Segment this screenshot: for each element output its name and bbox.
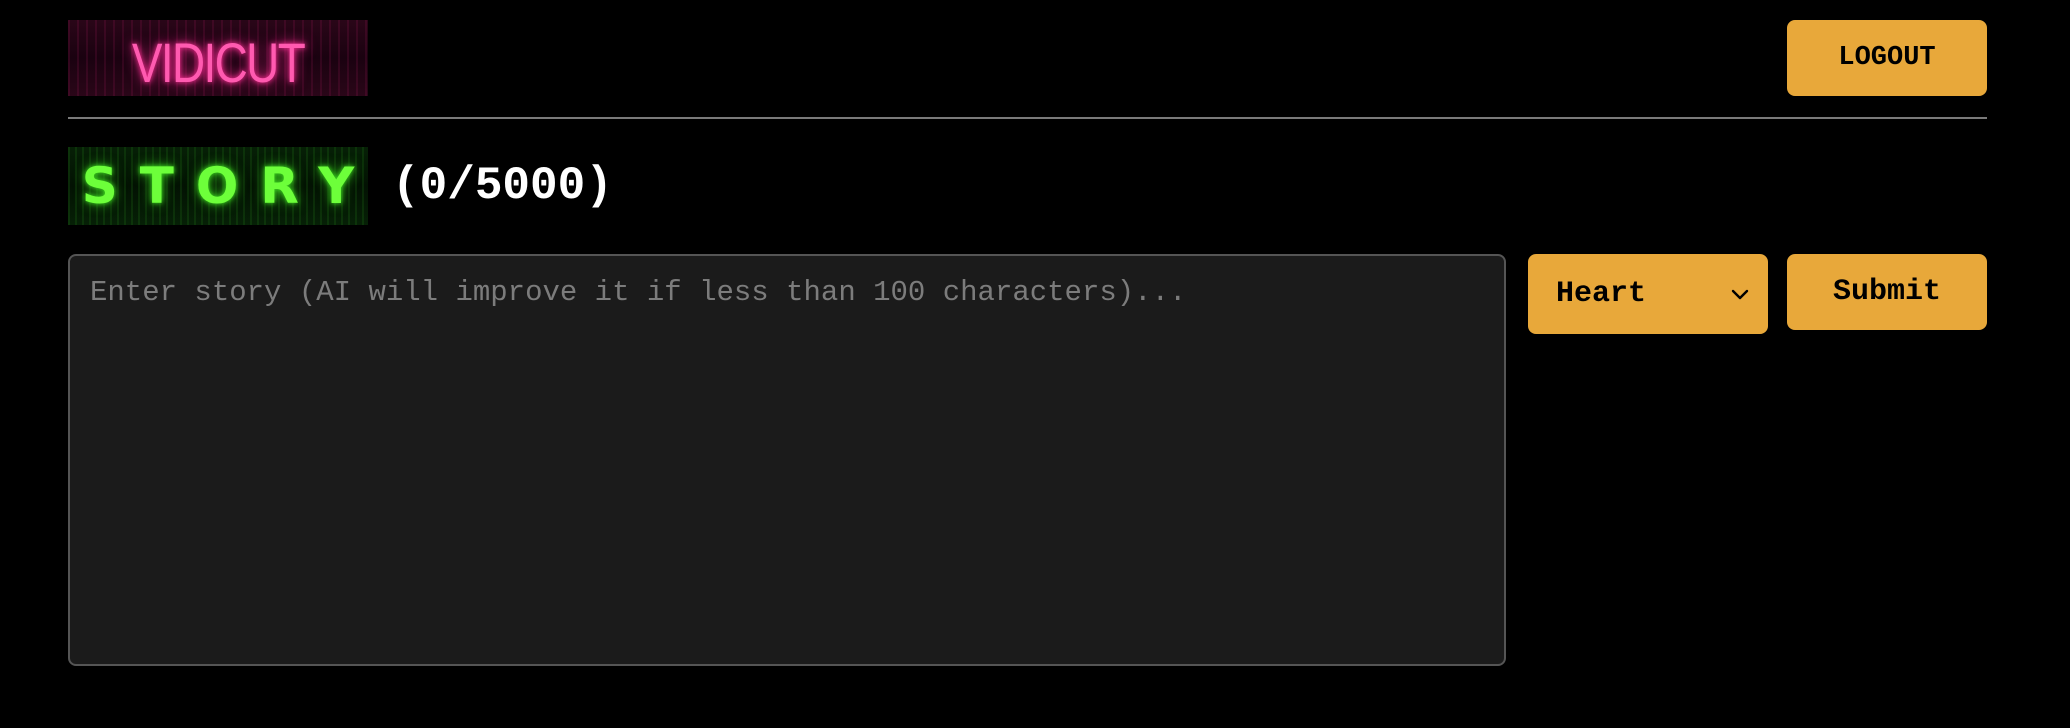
story-title-text: STORY [81, 157, 377, 215]
logo-text: VIDICUT [131, 30, 306, 94]
submit-button[interactable]: Submit [1787, 254, 1987, 330]
character-count: (0/5000) [392, 160, 613, 212]
chevron-down-icon [1731, 289, 1749, 300]
vidicut-logo: VIDICUT [68, 20, 368, 96]
style-select[interactable]: Heart [1528, 254, 1768, 334]
header-divider [68, 117, 1987, 119]
style-select-value: Heart [1556, 277, 1647, 311]
story-input[interactable] [68, 254, 1506, 666]
logout-button[interactable]: LOGOUT [1787, 20, 1987, 96]
story-title-logo: STORY [68, 147, 368, 225]
